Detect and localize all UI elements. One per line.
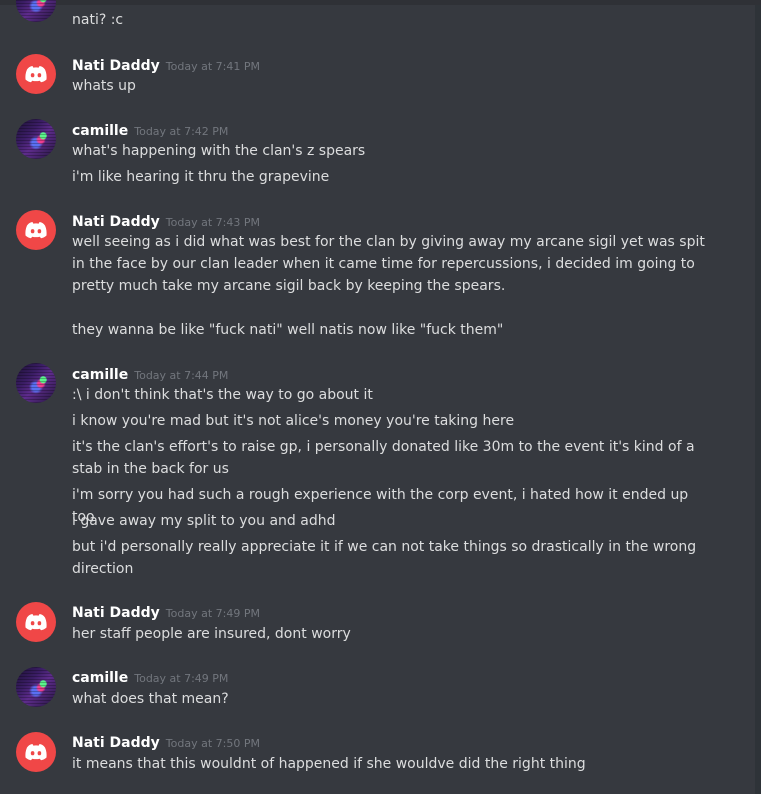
timestamp[interactable]: Today at 7:49 PM xyxy=(166,607,260,620)
timestamp[interactable]: Today at 7:43 PM xyxy=(166,216,260,229)
camille-avatar[interactable] xyxy=(16,119,56,159)
message-line: :\ i don't think that's the way to go ab… xyxy=(72,387,373,403)
timestamp[interactable]: Today at 7:41 PM xyxy=(166,60,260,73)
message-header: camille Today at 7:42 PM xyxy=(72,120,228,139)
message-line: whats up xyxy=(72,78,136,94)
message-header: Nati Daddy Today at 7:43 PM xyxy=(72,211,260,230)
message-header: camille Today at 7:44 PM xyxy=(72,364,228,383)
message-line: well seeing as i did what was best for t… xyxy=(72,234,705,294)
username[interactable]: camille xyxy=(72,670,128,686)
username[interactable]: camille xyxy=(72,123,128,139)
timestamp[interactable]: Today at 7:42 PM xyxy=(134,125,228,138)
top-edge xyxy=(0,0,761,5)
message-line: they wanna be like "fuck nati" well nati… xyxy=(72,322,504,338)
message-header: Nati Daddy Today at 7:49 PM xyxy=(72,602,260,621)
username[interactable]: Nati Daddy xyxy=(72,735,160,751)
username[interactable]: Nati Daddy xyxy=(72,605,160,621)
message-line: i know you're mad but it's not alice's m… xyxy=(72,413,515,429)
camille-avatar[interactable] xyxy=(16,363,56,403)
message-line: i gave away my split to you and adhd xyxy=(72,513,336,529)
username[interactable]: Nati Daddy xyxy=(72,214,160,230)
timestamp[interactable]: Today at 7:44 PM xyxy=(134,369,228,382)
message-line: what does that mean? xyxy=(72,691,229,707)
camille-avatar[interactable] xyxy=(16,667,56,707)
discord-logo-icon[interactable] xyxy=(16,602,56,642)
discord-logo-icon[interactable] xyxy=(16,210,56,250)
discord-logo-icon[interactable] xyxy=(16,732,56,772)
username[interactable]: camille xyxy=(72,367,128,383)
camille-avatar[interactable] xyxy=(16,0,56,22)
message-header: camille Today at 7:49 PM xyxy=(72,667,228,686)
discord-logo-icon[interactable] xyxy=(16,54,56,94)
scrollbar-track[interactable] xyxy=(755,5,761,794)
timestamp[interactable]: Today at 7:50 PM xyxy=(166,737,260,750)
message-line: it means that this wouldnt of happened i… xyxy=(72,756,586,772)
message-line: her staff people are insured, dont worry xyxy=(72,626,351,642)
username[interactable]: Nati Daddy xyxy=(72,58,160,74)
message-line: it's the clan's effort's to raise gp, i … xyxy=(72,439,695,477)
message-line: but i'd personally really appreciate it … xyxy=(72,539,697,577)
message-line: what's happening with the clan's z spear… xyxy=(72,143,366,159)
message-header: Nati Daddy Today at 7:50 PM xyxy=(72,732,260,751)
message-header: Nati Daddy Today at 7:41 PM xyxy=(72,55,260,74)
timestamp[interactable]: Today at 7:49 PM xyxy=(134,672,228,685)
message-line: i'm like hearing it thru the grapevine xyxy=(72,169,330,185)
message-line: nati? :c xyxy=(72,12,124,28)
